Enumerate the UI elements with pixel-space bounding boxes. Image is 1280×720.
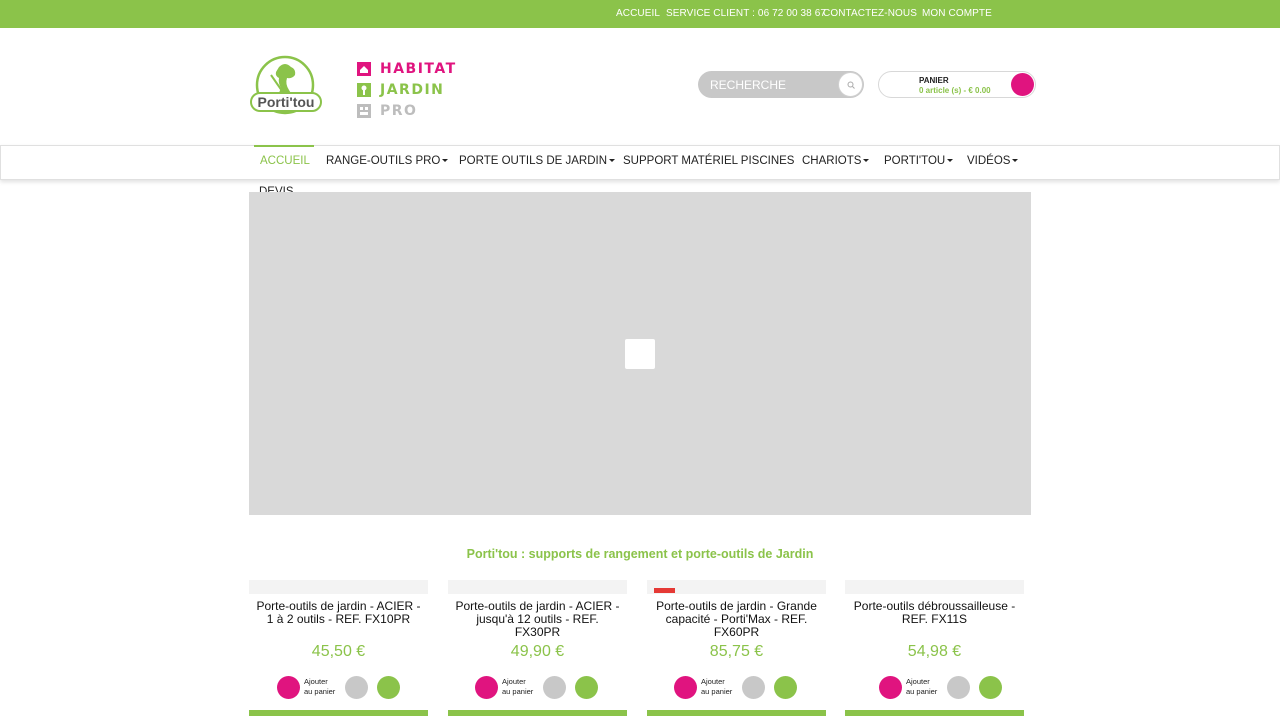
site-logo[interactable]: Porti'tou bbox=[249, 53, 339, 123]
add-to-cart-label[interactable]: Ajouter au panier bbox=[304, 677, 336, 697]
nav-item-label: CHARIOTS bbox=[802, 155, 862, 167]
product-image[interactable] bbox=[249, 580, 428, 594]
cart-summary: 0 article (s) - € 0.00 bbox=[919, 86, 991, 95]
add-to-cart-label[interactable]: Ajouter au panier bbox=[502, 677, 534, 697]
add-to-cart-button[interactable] bbox=[674, 676, 697, 699]
add-to-cart-button[interactable] bbox=[475, 676, 498, 699]
search-button[interactable] bbox=[838, 72, 863, 97]
product-name[interactable]: Porte-outils de jardin - ACIER - jusqu'à… bbox=[452, 600, 623, 639]
main-nav: ACCUEIL RANGE-OUTILS PRO PORTE OUTILS DE… bbox=[0, 145, 1280, 180]
quick-view-button[interactable] bbox=[979, 676, 1002, 699]
nav-item-support-piscines[interactable]: SUPPORT MATÉRIEL PISCINES bbox=[623, 155, 794, 167]
nav-item-porte-outils-jardin[interactable]: PORTE OUTILS DE JARDIN bbox=[459, 155, 616, 167]
cart-icon[interactable] bbox=[1011, 73, 1034, 96]
nav-item-label: PORTE OUTILS DE JARDIN bbox=[459, 155, 608, 167]
quick-view-button[interactable] bbox=[377, 676, 400, 699]
univers-label: PRO bbox=[380, 102, 418, 119]
top-bar: ACCUEIL SERVICE CLIENT : 06 72 00 38 67 … bbox=[0, 0, 1280, 28]
product-name[interactable]: Porte-outils de jardin - ACIER - 1 à 2 o… bbox=[253, 600, 424, 626]
card-bottom-bar bbox=[647, 710, 826, 716]
building-icon bbox=[357, 103, 371, 118]
view-details-button[interactable] bbox=[345, 676, 368, 699]
caret-down-icon bbox=[609, 159, 616, 163]
caret-down-icon bbox=[1012, 159, 1019, 163]
product-name[interactable]: Porte-outils débroussailleuse - REF. FX1… bbox=[849, 600, 1020, 626]
product-price: 49,90 € bbox=[510, 643, 565, 660]
nav-item-label: RANGE-OUTILS PRO bbox=[326, 155, 441, 167]
product-price: 85,75 € bbox=[709, 643, 764, 660]
search-input[interactable] bbox=[710, 75, 830, 94]
slider-loading-indicator bbox=[625, 339, 655, 369]
nav-item-chariots[interactable]: CHARIOTS bbox=[802, 155, 870, 167]
univers-label: JARDIN bbox=[380, 81, 445, 98]
card-bottom-bar bbox=[845, 710, 1024, 716]
hero-slider[interactable] bbox=[249, 192, 1031, 515]
cart-widget[interactable]: PANIER 0 article (s) - € 0.00 bbox=[878, 71, 1036, 98]
top-link-contact[interactable]: CONTACTEZ-NOUS bbox=[823, 8, 917, 19]
active-indicator bbox=[254, 145, 314, 147]
product-card[interactable]: Porte-outils de jardin - ACIER - 1 à 2 o… bbox=[249, 580, 428, 720]
top-link-home[interactable]: ACCUEIL bbox=[616, 8, 660, 19]
add-to-cart-label[interactable]: Ajouter au panier bbox=[906, 677, 938, 697]
view-details-button[interactable] bbox=[742, 676, 765, 699]
product-image[interactable] bbox=[448, 580, 627, 594]
nav-item-range-outils-pro[interactable]: RANGE-OUTILS PRO bbox=[326, 155, 449, 167]
house-icon bbox=[357, 61, 371, 76]
caret-down-icon bbox=[442, 159, 449, 163]
portitou-logo-icon: Porti'tou bbox=[250, 55, 322, 115]
nav-item-accueil[interactable]: ACCUEIL bbox=[260, 155, 310, 167]
product-card[interactable]: Porte-outils débroussailleuse - REF. FX1… bbox=[845, 580, 1024, 720]
nav-item-videos[interactable]: VIDÉOS bbox=[967, 155, 1019, 167]
add-to-cart-button[interactable] bbox=[879, 676, 902, 699]
nav-item-label: PORTI'TOU bbox=[884, 155, 946, 167]
univers-jardin[interactable]: JARDIN bbox=[357, 79, 457, 100]
product-image[interactable] bbox=[845, 580, 1024, 594]
univers-list: HABITAT JARDIN PRO bbox=[357, 58, 457, 121]
view-details-button[interactable] bbox=[947, 676, 970, 699]
univers-pro[interactable]: PRO bbox=[357, 100, 457, 121]
top-link-account[interactable]: MON COMPTE bbox=[922, 8, 992, 19]
logo-text: Porti'tou bbox=[258, 94, 315, 110]
promo-badge bbox=[654, 588, 675, 593]
quick-view-button[interactable] bbox=[774, 676, 797, 699]
product-card[interactable]: Porte-outils de jardin - ACIER - jusqu'à… bbox=[448, 580, 627, 720]
caret-down-icon bbox=[947, 159, 954, 163]
product-card[interactable]: Porte-outils de jardin - Grande capacité… bbox=[647, 580, 826, 720]
section-headline: Porti'tou : supports de rangement et por… bbox=[466, 547, 814, 561]
add-to-cart-label[interactable]: Ajouter au panier bbox=[701, 677, 733, 697]
product-price: 54,98 € bbox=[907, 643, 962, 660]
add-to-cart-button[interactable] bbox=[277, 676, 300, 699]
card-bottom-bar bbox=[249, 710, 428, 716]
card-bottom-bar bbox=[448, 710, 627, 716]
product-price: 45,50 € bbox=[311, 643, 366, 660]
caret-down-icon bbox=[863, 159, 870, 163]
quick-view-button[interactable] bbox=[575, 676, 598, 699]
cart-title: PANIER bbox=[919, 76, 949, 85]
search-icon bbox=[847, 81, 855, 89]
product-name[interactable]: Porte-outils de jardin - Grande capacité… bbox=[651, 600, 822, 639]
view-details-button[interactable] bbox=[543, 676, 566, 699]
nav-item-label: VIDÉOS bbox=[967, 155, 1011, 167]
univers-label: HABITAT bbox=[380, 60, 457, 77]
nav-item-portitou[interactable]: PORTI'TOU bbox=[884, 155, 954, 167]
search-box bbox=[698, 71, 864, 98]
garden-icon bbox=[357, 82, 371, 97]
top-link-service-client[interactable]: SERVICE CLIENT : 06 72 00 38 67 bbox=[666, 8, 826, 19]
univers-habitat[interactable]: HABITAT bbox=[357, 58, 457, 79]
